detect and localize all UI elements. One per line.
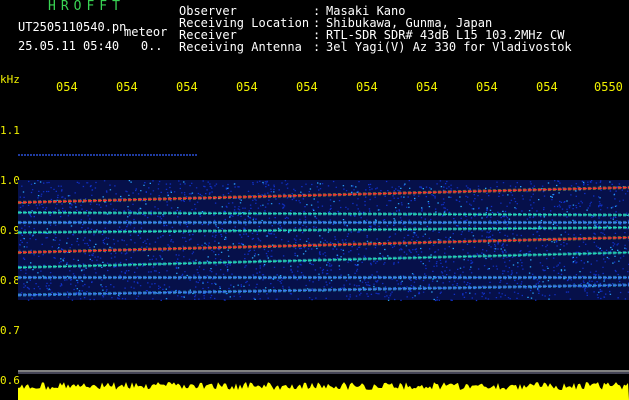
x-tick-label: 054: [296, 80, 318, 94]
timestamp-value: 25.05.11 05:40: [18, 39, 120, 53]
spectrogram-canvas: [18, 154, 629, 400]
y-tick-label: 1.0: [0, 174, 20, 187]
power-strip: [18, 382, 629, 400]
x-tick-label: 054: [56, 80, 78, 94]
y-tick-label: 0.8: [0, 274, 20, 287]
noise-band: [18, 180, 629, 300]
y-tick-label: 0.9: [0, 224, 20, 237]
y-tick-label: 0.6: [0, 374, 20, 387]
x-tick-label: 054: [476, 80, 498, 94]
x-tick-label: 0550: [594, 80, 623, 94]
timestamp-suffix: 0..: [140, 39, 163, 53]
file-name: UT2505110540.pn: [18, 20, 127, 34]
y-tick-label: 1.1: [0, 124, 20, 137]
x-tick-label: 054: [236, 80, 258, 94]
x-tick-label: 054: [416, 80, 438, 94]
program-title: HROFFT: [48, 0, 125, 14]
file-tag: meteor: [124, 25, 168, 39]
x-tick-label: 054: [116, 80, 138, 94]
x-tick-label: 054: [356, 80, 378, 94]
antenna-colon: :: [313, 40, 321, 54]
timestamp: 25.05.11 05:40 0..: [18, 40, 163, 52]
antenna-value: 3el Yagi(V) Az 330 for Vladivostok: [326, 40, 572, 54]
spectrogram-plot: [18, 100, 629, 400]
x-tick-label: 054: [536, 80, 558, 94]
y-tick-label: 0.7: [0, 324, 20, 337]
y-axis-unit: kHz: [0, 73, 20, 86]
x-tick-label: 054: [176, 80, 198, 94]
antenna-label: Receiving Antenna: [179, 40, 302, 54]
